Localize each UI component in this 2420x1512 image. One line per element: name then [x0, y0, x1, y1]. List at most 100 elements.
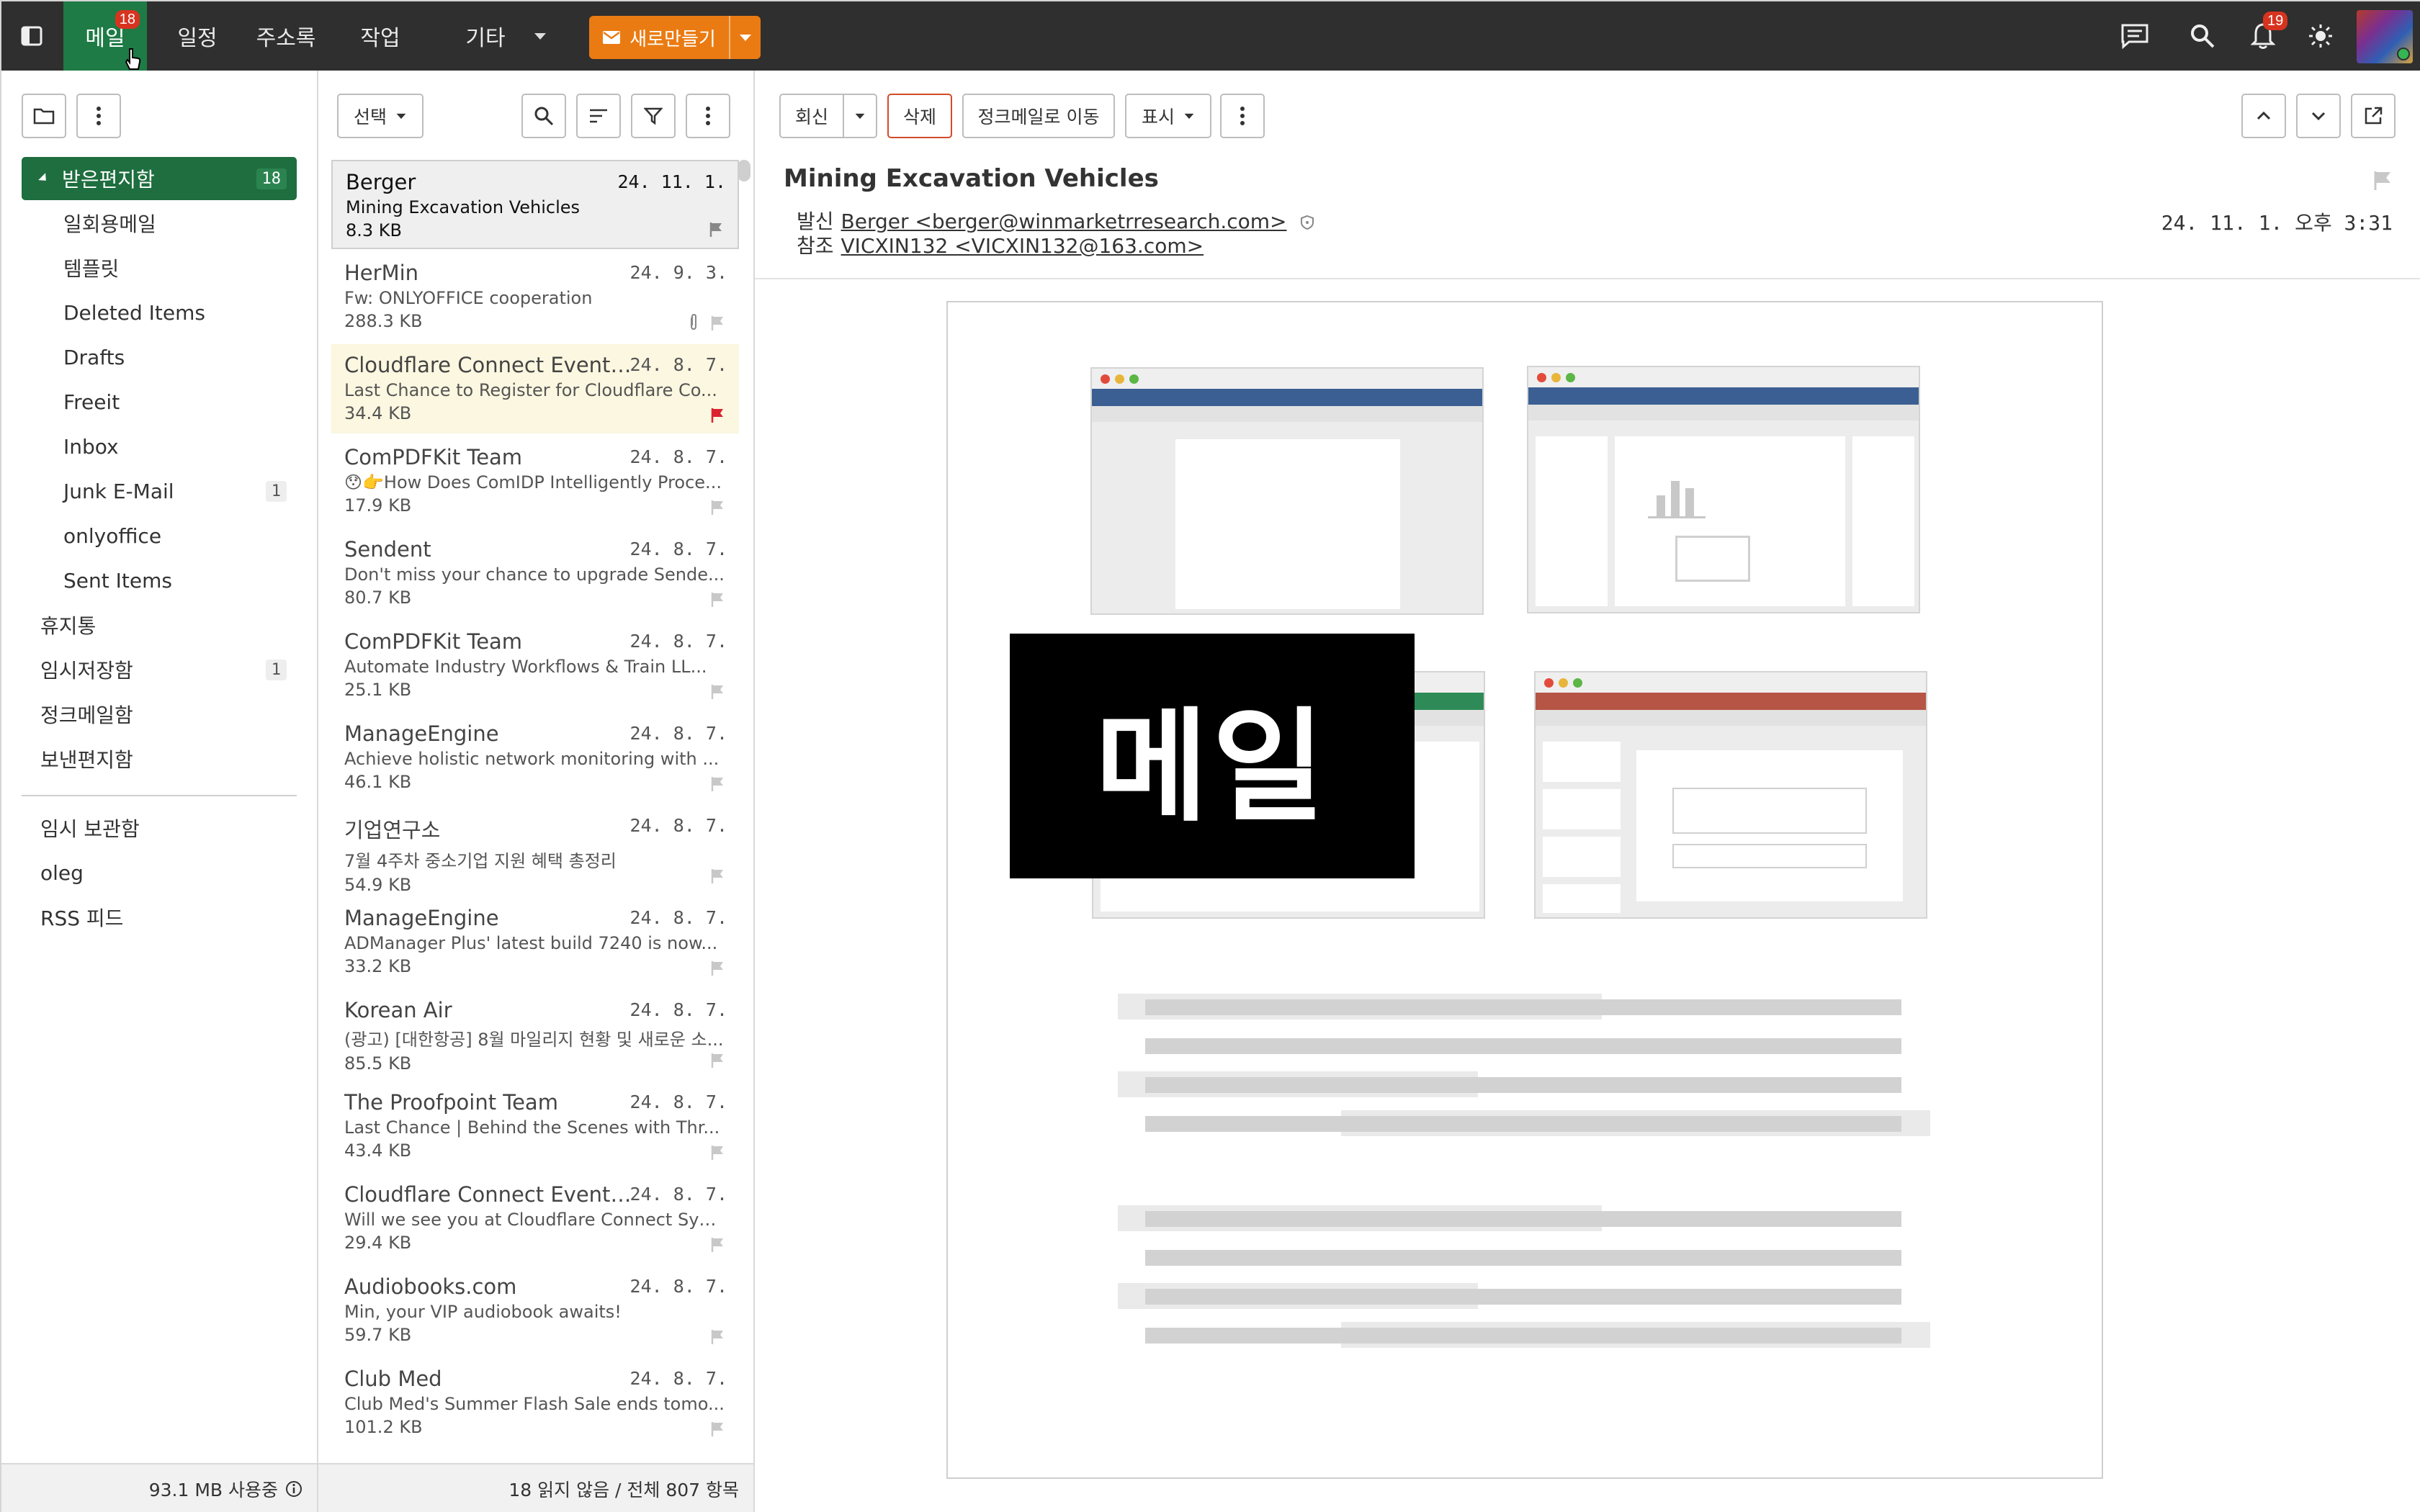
illustration-window-dashboard	[1527, 366, 1920, 613]
list-search-button[interactable]	[521, 94, 566, 138]
folder-sent-kr[interactable]: 보낸편지함	[22, 737, 297, 780]
expand-caret-icon[interactable]	[38, 173, 50, 184]
nav-calendar[interactable]: 일정	[161, 1, 233, 71]
folder-templates[interactable]: 템플릿	[22, 246, 297, 289]
reader-menu-button[interactable]	[1220, 94, 1265, 138]
message-subject: Automate Industry Workflows & Train LL..…	[344, 657, 707, 677]
info-icon[interactable]	[285, 1480, 302, 1498]
sort-button[interactable]	[576, 94, 621, 138]
folder-sent-items[interactable]: Sent Items	[22, 559, 297, 602]
nav-contacts[interactable]: 주소록	[246, 1, 326, 71]
shield-icon[interactable]	[1300, 215, 1314, 230]
folder-divider	[22, 795, 297, 796]
message-row[interactable]: Audiobooks.com 24. 8. 7. Min, your VIP a…	[331, 1266, 739, 1355]
message-size: 8.3 KB	[346, 220, 402, 240]
message-size: 17.9 KB	[344, 495, 412, 516]
message-row[interactable]: Cloudflare Connect Event 2... 24. 8. 7. …	[331, 344, 739, 433]
filter-button[interactable]	[631, 94, 676, 138]
message-subject: Achieve holistic network monitoring with…	[344, 749, 720, 769]
notifications-icon[interactable]: 19	[2241, 12, 2288, 58]
flag-icon[interactable]	[710, 408, 725, 423]
flag-icon[interactable]	[710, 315, 725, 331]
select-button[interactable]: 선택	[337, 94, 424, 138]
folder-freeit[interactable]: Freeit	[22, 380, 297, 423]
external-link-icon	[2365, 107, 2383, 125]
nav-mail[interactable]: 메일 18	[63, 1, 147, 71]
flag-icon[interactable]	[710, 684, 725, 700]
message-row[interactable]: Sendent 24. 8. 7. Don't miss your chance…	[331, 528, 739, 618]
flag-icon[interactable]	[710, 1145, 725, 1161]
user-avatar[interactable]	[2357, 10, 2413, 63]
sidebar-toggle-icon[interactable]	[10, 14, 53, 58]
previous-message-button[interactable]	[2241, 94, 2286, 138]
delete-button[interactable]: 삭제	[887, 94, 952, 138]
message-row[interactable]: ComPDFKit Team 24. 8. 7. Automate Indust…	[331, 621, 739, 710]
folder-label: 템플릿	[63, 257, 120, 281]
compose-button[interactable]: 새로만들기	[589, 16, 761, 59]
message-row[interactable]: Berger 24. 11. 1. Mining Excavation Vehi…	[331, 160, 739, 249]
folder-menu-button[interactable]	[76, 94, 121, 138]
compose-dropdown[interactable]	[729, 16, 761, 59]
flag-icon[interactable]	[710, 868, 725, 884]
message-row[interactable]: Korean Air 24. 8. 7. (광고) [대한항공] 8월 마일리지…	[331, 989, 739, 1079]
folder-inbox[interactable]: Inbox	[22, 425, 297, 468]
folder-onlyoffice[interactable]: onlyoffice	[22, 514, 297, 557]
folder-disposable[interactable]: 일회용메일	[22, 202, 297, 245]
flag-icon[interactable]	[2372, 170, 2393, 192]
move-to-junk-button[interactable]: 정크메일로 이동	[962, 94, 1115, 138]
message-row[interactable]: HerMin 24. 9. 3. Fw: ONLYOFFICE cooperat…	[331, 252, 739, 341]
folder-drafts-kr[interactable]: 임시저장함 1	[22, 648, 297, 691]
folder-archive[interactable]: 임시 보관함	[22, 806, 297, 850]
flag-icon[interactable]	[710, 1421, 725, 1437]
flag-icon[interactable]	[710, 592, 725, 608]
flag-icon[interactable]	[710, 1329, 725, 1345]
folder-oleg[interactable]: oleg	[22, 851, 297, 894]
view-button[interactable]: 표시	[1125, 94, 1211, 138]
folder-rss[interactable]: RSS 피드	[22, 896, 297, 939]
message-subject: 😯👉How Does ComIDP Intelligently Proce...	[344, 472, 722, 492]
message-row[interactable]: Cloudflare Connect Event 2... 24. 8. 7. …	[331, 1174, 739, 1263]
message-size: 46.1 KB	[344, 772, 412, 792]
folder-trash[interactable]: 휴지통	[22, 603, 297, 647]
message-subject: Last Chance | Behind the Scenes with Thr…	[344, 1117, 720, 1138]
more-vertical-icon	[706, 107, 710, 125]
message-date: 24. 8. 7.	[629, 815, 727, 836]
next-message-button[interactable]	[2296, 94, 2341, 138]
message-from: ManageEngine	[344, 906, 499, 930]
flag-icon[interactable]	[709, 222, 723, 238]
flag-icon[interactable]	[710, 1237, 725, 1253]
message-size: 59.7 KB	[344, 1325, 412, 1345]
flag-icon[interactable]	[710, 1053, 725, 1068]
folder-junk-kr[interactable]: 정크메일함	[22, 693, 297, 736]
folder-drafts[interactable]: Drafts	[22, 336, 297, 379]
cc-address-link[interactable]: VICXIN132 <VICXIN132@163.com>	[841, 234, 1204, 258]
message-size: 80.7 KB	[344, 588, 412, 608]
flag-icon[interactable]	[710, 776, 725, 792]
folder-junk-email[interactable]: Junk E-Mail 1	[22, 469, 297, 513]
message-row[interactable]: Club Med 24. 8. 7. Club Med's Summer Fla…	[331, 1358, 739, 1447]
reply-button[interactable]: 회신	[779, 94, 877, 138]
chat-icon[interactable]	[2113, 14, 2156, 58]
list-scrollbar[interactable]	[738, 160, 750, 181]
message-row[interactable]: 기업연구소 24. 8. 7. 7월 4주차 중소기업 지원 혜택 총정리 54…	[331, 805, 739, 895]
message-row[interactable]: ManageEngine 24. 8. 7. Achieve holistic …	[331, 713, 739, 802]
folder-deleted-items[interactable]: Deleted Items	[22, 291, 297, 334]
compose-main[interactable]: 새로만들기	[589, 16, 729, 59]
mail-unread-badge: 18	[115, 10, 140, 29]
message-row[interactable]: ManageEngine 24. 8. 7. ADManager Plus' l…	[331, 897, 739, 986]
message-row[interactable]: The Proofpoint Team 24. 8. 7. Last Chanc…	[331, 1081, 739, 1171]
search-icon[interactable]	[2181, 14, 2224, 58]
folder-actions-button[interactable]	[22, 94, 66, 138]
message-from: Cloudflare Connect Event 2...	[344, 353, 632, 377]
skeleton-line	[1145, 1289, 1901, 1305]
open-in-new-window-button[interactable]	[2351, 94, 2396, 138]
list-menu-button[interactable]	[686, 94, 730, 138]
folder-inbox-kr[interactable]: 받은편지함 18	[22, 157, 297, 200]
message-row[interactable]: ComPDFKit Team 24. 8. 7. 😯👉How Does ComI…	[331, 436, 739, 526]
reply-dropdown[interactable]	[843, 95, 876, 137]
nav-more[interactable]: 기타	[448, 1, 563, 71]
nav-tasks[interactable]: 작업	[344, 1, 416, 71]
flag-icon[interactable]	[710, 500, 725, 516]
theme-toggle-icon[interactable]	[2299, 14, 2342, 58]
flag-icon[interactable]	[710, 960, 725, 976]
